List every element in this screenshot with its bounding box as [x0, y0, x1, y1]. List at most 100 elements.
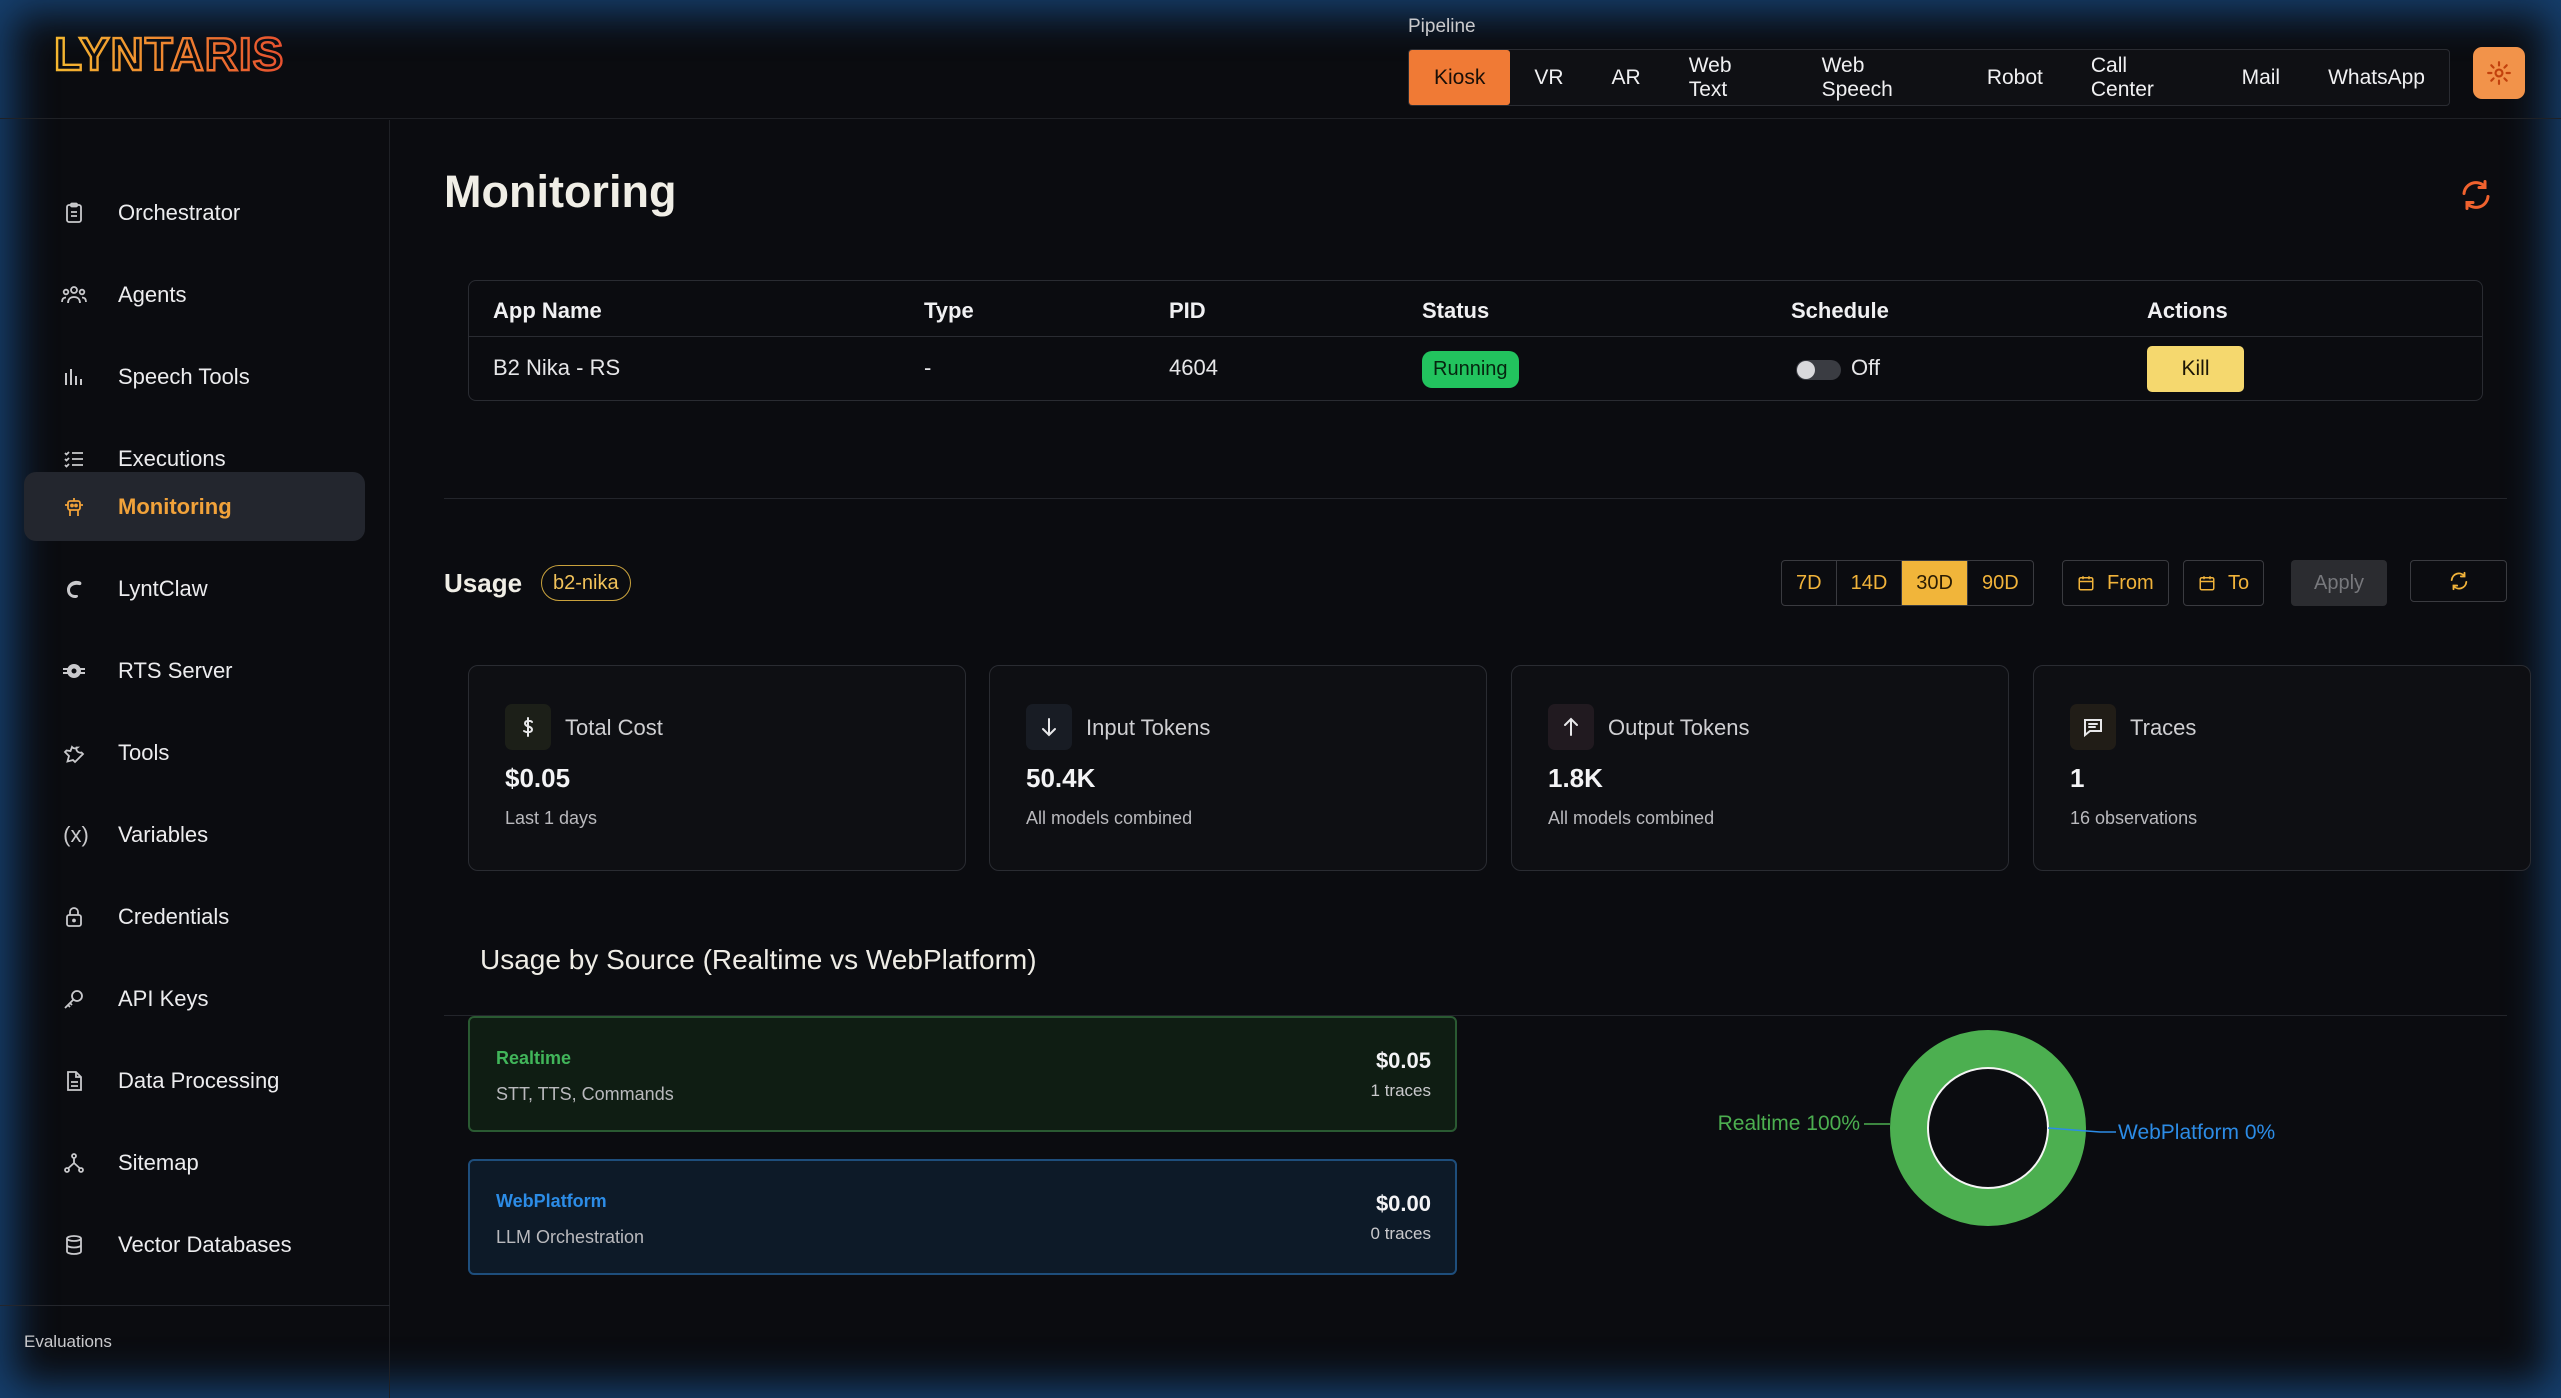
donut-slice-realtime [1890, 1030, 2086, 1226]
pipeline-tab-robot[interactable]: Robot [1963, 50, 2067, 105]
status-badge: Running [1422, 351, 1519, 388]
app-tag: b2-nika [541, 565, 631, 601]
card-value: $0.05 [505, 763, 571, 793]
source-card-webplatform: WebPlatform LLM Orchestration $0.00 0 tr… [468, 1159, 1457, 1275]
source-traces: 1 traces [1370, 1081, 1431, 1100]
process-table: App Name Type PID Status Schedule Action… [468, 280, 2483, 401]
toggle-knob [1797, 361, 1815, 379]
sidebar-item-speech-tools[interactable]: Speech Tools [24, 342, 365, 411]
table-header: App Name Type PID Status Schedule Action… [469, 281, 2482, 337]
column-status: Status [1422, 298, 1490, 323]
key-icon [60, 985, 88, 1013]
lock-icon [60, 903, 88, 931]
sidebar-item-orchestrator[interactable]: Orchestrator [24, 178, 365, 247]
card-title: Input Tokens [1086, 715, 1211, 740]
range-90d-button[interactable]: 90D [1968, 561, 2033, 605]
sidebar-item-label: Credentials [118, 903, 230, 929]
pipeline-tab-call-center[interactable]: Call Center [2067, 50, 2218, 105]
variable-icon: (x) [63, 821, 89, 847]
robot-icon [60, 493, 88, 521]
refresh-icon [2450, 571, 2467, 591]
source-description: LLM Orchestration [496, 1227, 645, 1247]
arrow-up-icon [1548, 704, 1594, 750]
pipeline-tab-kiosk[interactable]: Kiosk [1409, 50, 1511, 105]
card-subtitle: 16 observations [2070, 808, 2198, 828]
clipboard-icon [60, 199, 88, 227]
schedule-state: Off [1851, 355, 1880, 380]
realtime-percent-label: Realtime 100% [1718, 1112, 1860, 1135]
top-header: LYNTARIS Pipeline Kiosk VR AR Web Text W… [0, 0, 2561, 119]
sidebar-item-label: Vector Databases [118, 1231, 292, 1257]
sidebar-item-sitemap[interactable]: Sitemap [24, 1128, 365, 1197]
sidebar-item-label: Data Processing [118, 1067, 280, 1093]
sidebar-item-label: Monitoring [118, 493, 232, 519]
column-app-name: App Name [493, 298, 602, 323]
source-name: WebPlatform [496, 1191, 607, 1211]
column-actions: Actions [2147, 298, 2228, 323]
card-subtitle: Last 1 days [505, 808, 598, 828]
settings-button[interactable] [2473, 47, 2525, 99]
sidebar-item-label: Variables [118, 821, 209, 847]
gear-icon [2487, 61, 2511, 85]
sidebar-item-label: Tools [118, 739, 170, 765]
from-date-button[interactable]: From [2062, 560, 2169, 606]
calendar-icon [2199, 576, 2215, 591]
range-14d-button[interactable]: 14D [1837, 561, 1903, 605]
sidebar-item-rts-server[interactable]: RTS Server [24, 636, 365, 705]
to-date-button[interactable]: To [2183, 560, 2265, 606]
apply-button[interactable]: Apply [2291, 560, 2387, 606]
sidebar-item-agents[interactable]: Agents [24, 260, 365, 329]
range-selector: 7D 14D 30D 90D [1781, 560, 2034, 606]
stat-card-traces: Traces 1 16 observations [2033, 665, 2531, 871]
card-subtitle: All models combined [1026, 808, 1193, 828]
pipeline-tab-ar[interactable]: AR [1588, 50, 1665, 105]
sitemap-icon [60, 1149, 88, 1177]
sidebar-item-label: Sitemap [118, 1149, 199, 1175]
sidebar-item-lyntclaw[interactable]: LyntClaw [24, 554, 365, 623]
source-donut-chart: Realtime 100% WebPlatform 0% [1718, 1030, 2275, 1226]
bar-chart-icon [60, 363, 88, 391]
sidebar-item-label: RTS Server [118, 657, 233, 683]
claw-icon [60, 575, 88, 603]
range-30d-button[interactable]: 30D [1902, 561, 1968, 605]
pipeline-label: Pipeline [1408, 16, 1476, 37]
sidebar-item-monitoring[interactable]: Monitoring [24, 472, 365, 541]
pipeline-tab-whatsapp[interactable]: WhatsApp [2304, 50, 2449, 105]
sidebar-item-label: Orchestrator [118, 199, 241, 225]
logo[interactable]: LYNTARIS [52, 26, 304, 87]
kill-button[interactable]: Kill [2147, 346, 2244, 392]
sidebar-item-data-processing[interactable]: Data Processing [24, 1046, 365, 1115]
sidebar-item-vector-databases[interactable]: Vector Databases [24, 1210, 365, 1279]
file-icon [60, 1067, 88, 1095]
stat-card-total-cost: Total Cost $0.05 Last 1 days [468, 665, 966, 871]
stat-card-input-tokens: Input Tokens 50.4K All models combined [989, 665, 1487, 871]
sidebar-item-credentials[interactable]: Credentials [24, 882, 365, 951]
pipeline-tab-vr[interactable]: VR [1510, 50, 1587, 105]
webplatform-percent-label: WebPlatform 0% [2118, 1121, 2275, 1144]
sidebar-item-label: Agents [118, 281, 187, 307]
pipeline-tab-web-text[interactable]: Web Text [1665, 50, 1798, 105]
refresh-icon [2462, 180, 2490, 210]
sidebar: Orchestrator Agents Speech Tools Executi… [0, 120, 390, 1398]
pipeline-tabs: Kiosk VR AR Web Text Web Speech Robot Ca… [1408, 49, 2450, 106]
sidebar-divider [0, 1305, 390, 1306]
schedule-toggle[interactable] [1796, 360, 1841, 380]
usage-by-source-title: Usage by Source (Realtime vs WebPlatform… [480, 944, 1037, 975]
card-value: 50.4K [1026, 763, 1096, 793]
sidebar-item-label: LyntClaw [118, 575, 208, 601]
reload-usage-button[interactable] [2410, 560, 2507, 602]
users-icon [60, 281, 88, 309]
pipeline-tab-web-speech[interactable]: Web Speech [1798, 50, 1963, 105]
sidebar-item-tools[interactable]: Tools [24, 718, 365, 787]
calendar-icon [2078, 576, 2094, 591]
range-7d-button[interactable]: 7D [1782, 561, 1837, 605]
pipeline-tab-mail[interactable]: Mail [2218, 50, 2305, 105]
sidebar-item-variables[interactable]: (x) Variables [24, 800, 365, 869]
refresh-button[interactable] [2458, 177, 2494, 218]
sidebar-item-api-keys[interactable]: API Keys [24, 964, 365, 1033]
checklist-icon [60, 445, 88, 473]
cell-type: - [924, 355, 932, 380]
logo-text: LYNTARIS [54, 28, 284, 80]
from-label: From [2107, 571, 2154, 594]
source-cost: $0.05 [1375, 1048, 1431, 1073]
